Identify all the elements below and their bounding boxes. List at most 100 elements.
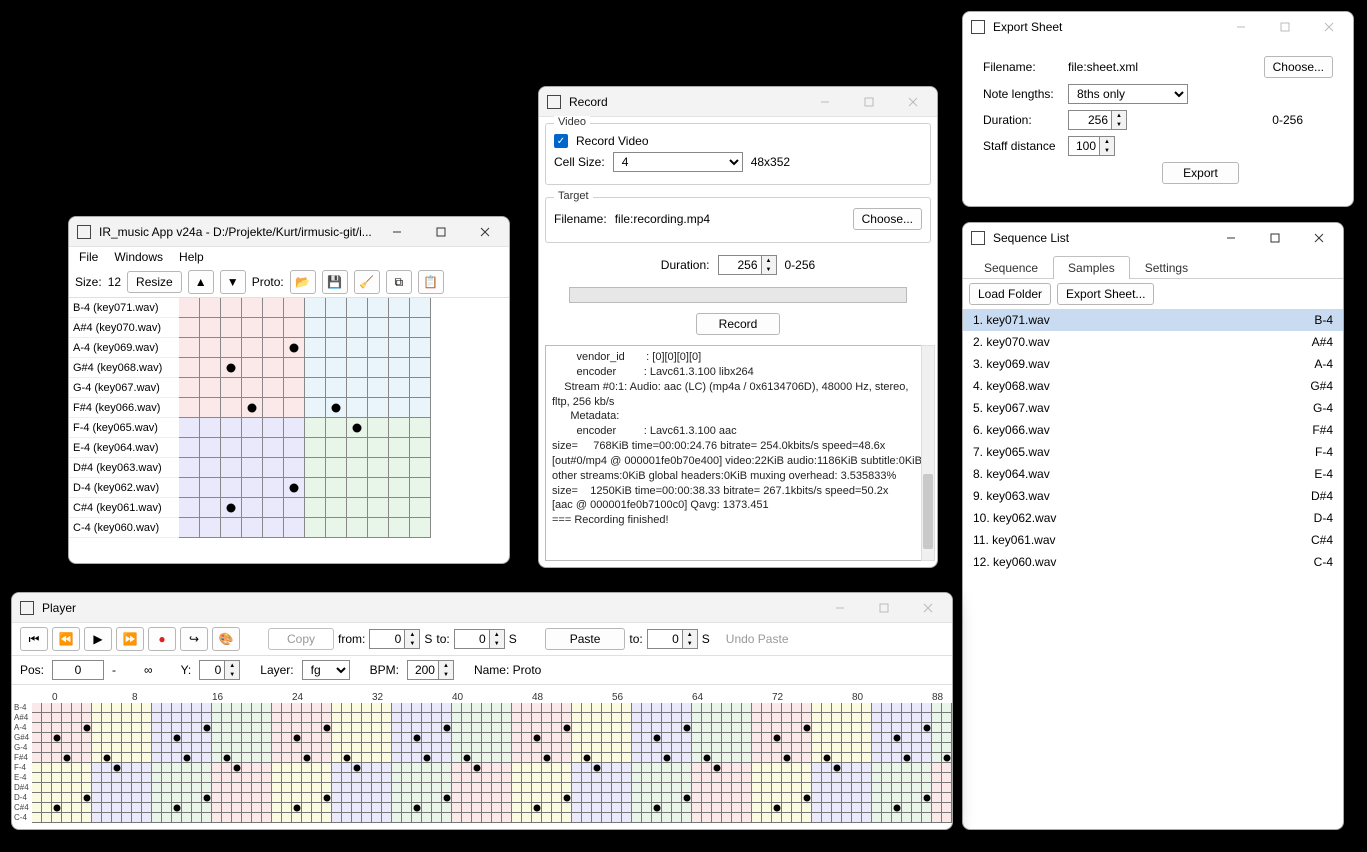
- grid-cell[interactable]: [284, 318, 305, 338]
- player-grid-cell[interactable]: [942, 743, 952, 753]
- grid-cell[interactable]: [347, 378, 368, 398]
- player-grid-cell[interactable]: [672, 733, 682, 743]
- player-grid-cell[interactable]: [62, 773, 72, 783]
- player-grid-cell[interactable]: [472, 703, 482, 713]
- grid-cell[interactable]: [284, 298, 305, 318]
- player-grid-cell[interactable]: [232, 763, 242, 773]
- player-grid-cell[interactable]: [602, 763, 612, 773]
- player-grid-cell[interactable]: [162, 703, 172, 713]
- player-grid-cell[interactable]: [562, 763, 572, 773]
- player-grid-cell[interactable]: [522, 723, 532, 733]
- clear-button[interactable]: 🧹: [354, 270, 380, 294]
- player-grid-cell[interactable]: [742, 733, 752, 743]
- player-grid-cell[interactable]: [212, 803, 222, 813]
- player-grid-cell[interactable]: [702, 773, 712, 783]
- player-grid-cell[interactable]: [792, 713, 802, 723]
- player-grid-cell[interactable]: [262, 713, 272, 723]
- bpm-spinner[interactable]: ▲▼: [407, 660, 454, 680]
- player-grid-cell[interactable]: [932, 723, 942, 733]
- player-grid-cell[interactable]: [52, 743, 62, 753]
- player-grid-cell[interactable]: [82, 753, 92, 763]
- player-grid-cell[interactable]: [612, 783, 622, 793]
- player-grid-cell[interactable]: [172, 713, 182, 723]
- player-grid-cell[interactable]: [872, 793, 882, 803]
- player-grid-cell[interactable]: [632, 733, 642, 743]
- player-grid-cell[interactable]: [852, 743, 862, 753]
- player-grid-cell[interactable]: [782, 723, 792, 733]
- player-grid-cell[interactable]: [582, 743, 592, 753]
- player-grid-cell[interactable]: [572, 713, 582, 723]
- player-grid-cell[interactable]: [822, 733, 832, 743]
- player-grid-cell[interactable]: [432, 713, 442, 723]
- player-grid-cell[interactable]: [912, 813, 922, 823]
- player-grid-cell[interactable]: [502, 743, 512, 753]
- grid-cell[interactable]: [347, 358, 368, 378]
- player-grid-cell[interactable]: [912, 763, 922, 773]
- player-grid-cell[interactable]: [552, 793, 562, 803]
- grid-cell[interactable]: [221, 338, 242, 358]
- player-grid-cell[interactable]: [132, 723, 142, 733]
- player-grid-cell[interactable]: [532, 753, 542, 763]
- player-grid-cell[interactable]: [462, 813, 472, 823]
- grid-cell[interactable]: [263, 318, 284, 338]
- player-grid-cell[interactable]: [192, 703, 202, 713]
- player-grid-cell[interactable]: [902, 733, 912, 743]
- player-grid-cell[interactable]: [172, 813, 182, 823]
- player-grid-cell[interactable]: [62, 763, 72, 773]
- grid-cell[interactable]: [179, 318, 200, 338]
- grid-cell[interactable]: [221, 418, 242, 438]
- player-grid-cell[interactable]: [492, 753, 502, 763]
- player-grid-cell[interactable]: [462, 723, 472, 733]
- player-grid-cell[interactable]: [412, 743, 422, 753]
- grid-cell[interactable]: [221, 298, 242, 318]
- export-titlebar[interactable]: Export Sheet: [963, 12, 1353, 42]
- player-grid-cell[interactable]: [612, 743, 622, 753]
- player-grid-cell[interactable]: [402, 733, 412, 743]
- player-grid-cell[interactable]: [312, 813, 322, 823]
- player-grid-cell[interactable]: [442, 763, 452, 773]
- player-grid-cell[interactable]: [342, 793, 352, 803]
- grid-cell[interactable]: [221, 478, 242, 498]
- player-grid-cell[interactable]: [772, 803, 782, 813]
- player-grid-cell[interactable]: [542, 723, 552, 733]
- player-grid-cell[interactable]: [102, 773, 112, 783]
- player-grid-cell[interactable]: [822, 793, 832, 803]
- player-grid-cell[interactable]: [212, 763, 222, 773]
- grid-cell[interactable]: [326, 378, 347, 398]
- player-grid-cell[interactable]: [732, 793, 742, 803]
- player-grid-cell[interactable]: [542, 763, 552, 773]
- player-grid-cell[interactable]: [382, 723, 392, 733]
- player-grid-cell[interactable]: [802, 713, 812, 723]
- player-grid-cell[interactable]: [682, 723, 692, 733]
- player-grid-cell[interactable]: [292, 723, 302, 733]
- player-grid-cell[interactable]: [822, 763, 832, 773]
- player-grid-cell[interactable]: [912, 803, 922, 813]
- grid-cell[interactable]: [326, 458, 347, 478]
- player-grid-cell[interactable]: [532, 743, 542, 753]
- grid-cell[interactable]: [179, 378, 200, 398]
- palette-button[interactable]: 🎨: [212, 627, 240, 651]
- player-grid-cell[interactable]: [122, 713, 132, 723]
- player-grid-cell[interactable]: [412, 813, 422, 823]
- sample-list-item[interactable]: 7. key065.wavF-4: [963, 441, 1343, 463]
- player-grid-cell[interactable]: [282, 793, 292, 803]
- player-grid-cell[interactable]: [62, 713, 72, 723]
- player-grid-cell[interactable]: [772, 743, 782, 753]
- player-grid-cell[interactable]: [662, 743, 672, 753]
- player-grid-cell[interactable]: [822, 723, 832, 733]
- menu-help[interactable]: Help: [179, 250, 204, 264]
- player-grid-cell[interactable]: [322, 713, 332, 723]
- player-grid-cell[interactable]: [182, 813, 192, 823]
- player-grid-cell[interactable]: [522, 733, 532, 743]
- player-grid-cell[interactable]: [362, 703, 372, 713]
- grid-cell[interactable]: [389, 358, 410, 378]
- player-grid-cell[interactable]: [912, 773, 922, 783]
- player-grid-cell[interactable]: [882, 733, 892, 743]
- player-grid-cell[interactable]: [412, 753, 422, 763]
- player-grid-cell[interactable]: [52, 753, 62, 763]
- player-grid-cell[interactable]: [452, 743, 462, 753]
- grid-cell[interactable]: [221, 458, 242, 478]
- player-grid-cell[interactable]: [602, 783, 612, 793]
- player-grid-cell[interactable]: [522, 803, 532, 813]
- player-grid-cell[interactable]: [832, 803, 842, 813]
